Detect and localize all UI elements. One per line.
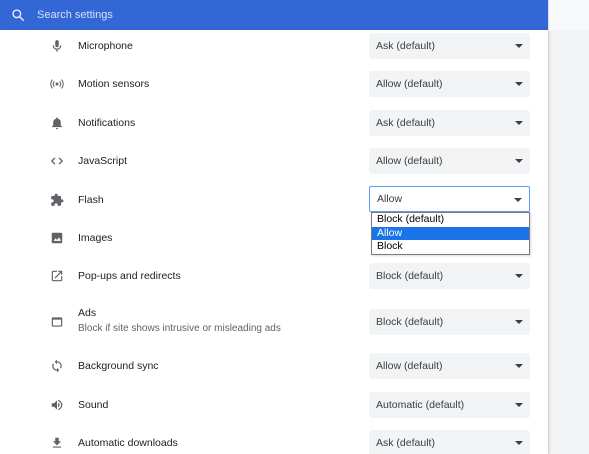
microphone-select[interactable]: Ask (default) [369, 33, 530, 59]
ads-select[interactable]: Block (default) [369, 309, 530, 335]
dropdown-option-allow[interactable]: Allow [372, 226, 529, 240]
notifications-select[interactable]: Ask (default) [369, 110, 530, 136]
background-sync-select[interactable]: Allow (default) [369, 353, 530, 379]
web-asset-icon [49, 314, 65, 330]
setting-label: Pop-ups and redirects [78, 270, 181, 282]
select-value: Automatic (default) [376, 399, 465, 411]
chevron-down-icon [515, 320, 523, 324]
setting-label: Ads [78, 307, 97, 319]
setting-row-ads: Ads Block if site shows intrusive or mis… [0, 302, 548, 342]
select-value: Block (default) [376, 270, 444, 282]
chevron-down-icon [515, 82, 523, 86]
puzzle-icon [49, 192, 65, 208]
popups-select[interactable]: Block (default) [369, 263, 530, 289]
motion-sensors-icon [49, 76, 65, 92]
select-value: Allow (default) [376, 155, 443, 167]
automatic-downloads-select[interactable]: Ask (default) [369, 430, 530, 454]
setting-label: Automatic downloads [78, 437, 178, 449]
setting-label: Motion sensors [78, 78, 150, 90]
sync-icon [49, 358, 65, 374]
setting-row-javascript: JavaScript Allow (default) [0, 145, 548, 177]
microphone-icon [49, 38, 65, 54]
setting-row-popups: Pop-ups and redirects Block (default) [0, 260, 548, 292]
motion-sensors-select[interactable]: Allow (default) [369, 71, 530, 97]
search-bar[interactable]: Search settings [0, 0, 548, 30]
chevron-down-icon [515, 403, 523, 407]
chevron-down-icon [515, 364, 523, 368]
setting-row-notifications: Notifications Ask (default) [0, 107, 548, 139]
setting-row-microphone: Microphone Ask (default) [0, 30, 548, 62]
select-value: Allow (default) [376, 360, 443, 372]
select-value: Allow (default) [376, 78, 443, 90]
search-input[interactable]: Search settings [37, 9, 113, 21]
flash-select[interactable]: Allow [369, 186, 530, 212]
bell-icon [49, 115, 65, 131]
dropdown-option-block[interactable]: Block [372, 240, 529, 254]
scrollbar-track[interactable] [548, 0, 589, 30]
setting-row-sound: Sound Automatic (default) [0, 389, 548, 421]
chevron-down-icon [515, 441, 523, 445]
setting-sublabel: Block if site shows intrusive or mislead… [78, 323, 281, 334]
select-value: Ask (default) [376, 437, 435, 449]
search-icon [11, 8, 25, 22]
code-icon [49, 153, 65, 169]
setting-label: Notifications [78, 117, 136, 129]
setting-label: Background sync [78, 360, 159, 372]
chevron-down-icon [514, 198, 522, 202]
setting-label: Sound [78, 399, 109, 411]
setting-label: Microphone [78, 40, 133, 52]
image-icon [49, 230, 65, 246]
setting-row-automatic-downloads: Automatic downloads Ask (default) [0, 427, 548, 454]
setting-label: Images [78, 232, 113, 244]
download-icon [49, 435, 65, 451]
sound-select[interactable]: Automatic (default) [369, 392, 530, 418]
open-in-new-icon [49, 268, 65, 284]
chevron-down-icon [515, 274, 523, 278]
setting-row-motion-sensors: Motion sensors Allow (default) [0, 68, 548, 100]
chevron-down-icon [515, 121, 523, 125]
chevron-down-icon [515, 44, 523, 48]
chevron-down-icon [515, 159, 523, 163]
volume-icon [49, 397, 65, 413]
select-value: Ask (default) [376, 40, 435, 52]
javascript-select[interactable]: Allow (default) [369, 148, 530, 174]
setting-row-background-sync: Background sync Allow (default) [0, 350, 548, 382]
setting-label: Flash [78, 194, 104, 206]
select-value: Ask (default) [376, 117, 435, 129]
select-value: Allow [377, 193, 403, 205]
setting-label: JavaScript [78, 155, 128, 167]
select-value: Block (default) [376, 316, 444, 328]
dropdown-option-block-default[interactable]: Block (default) [372, 213, 529, 227]
flash-dropdown-menu: Block (default) Allow Block [371, 212, 530, 255]
